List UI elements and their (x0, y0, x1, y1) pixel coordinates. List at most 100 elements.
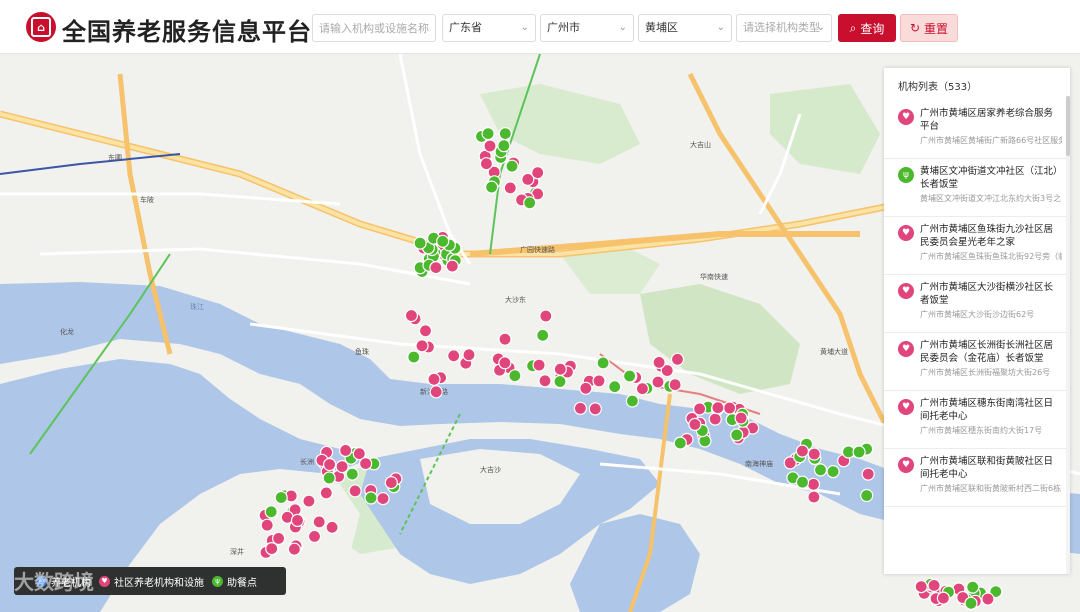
list-item[interactable]: ♥ 广州市黄埔区鱼珠街九沙社区居民委员会星光老年之家 广州市黄埔区鱼珠街鱼珠北街92… (884, 217, 1070, 275)
community-marker[interactable] (348, 484, 362, 498)
list-item[interactable]: ψ 黄埔区文冲街道文冲社区（江北）长者饭堂 黄埔区文冲街道文冲江北东约大街3号之 (884, 159, 1070, 217)
meal-marker[interactable] (852, 445, 866, 459)
meal-marker[interactable] (481, 126, 495, 141)
community-marker[interactable] (573, 401, 588, 415)
meal-marker[interactable] (536, 328, 550, 342)
community-marker[interactable] (287, 542, 301, 556)
list-item[interactable]: ♥ 广州市黄埔区长洲街长洲社区居民委员会（金花庙）长者饭堂 广州市黄埔区长洲街福聚坊… (884, 333, 1070, 391)
community-marker[interactable] (688, 417, 702, 431)
community-marker[interactable] (359, 457, 373, 471)
community-marker[interactable] (404, 308, 418, 323)
meal-marker[interactable] (795, 475, 810, 489)
community-marker[interactable] (927, 578, 941, 593)
meal-marker[interactable] (596, 356, 610, 370)
community-marker[interactable] (312, 515, 326, 529)
community-marker[interactable] (592, 374, 606, 388)
type-select[interactable]: 请选择机构类型 ⌄ (736, 14, 832, 42)
community-marker[interactable] (521, 172, 535, 187)
district-select[interactable]: 黄埔区 ⌄ (638, 14, 732, 42)
community-marker[interactable] (711, 401, 725, 415)
community-marker[interactable] (861, 467, 875, 481)
community-marker[interactable] (429, 385, 443, 399)
community-marker[interactable] (384, 476, 398, 490)
meal-marker[interactable] (322, 471, 336, 485)
community-marker[interactable] (914, 579, 928, 594)
community-marker[interactable] (418, 324, 433, 338)
community-marker[interactable] (553, 362, 567, 376)
meal-marker[interactable] (673, 436, 687, 450)
community-marker[interactable] (532, 358, 546, 372)
community-marker[interactable] (651, 375, 665, 389)
community-marker[interactable] (635, 382, 650, 396)
community-marker[interactable] (807, 447, 821, 461)
meal-marker[interactable] (274, 490, 288, 505)
community-marker[interactable] (325, 520, 339, 534)
community-marker[interactable] (807, 490, 821, 504)
community-marker[interactable] (538, 374, 552, 388)
community-marker[interactable] (429, 261, 443, 275)
institution-list-panel[interactable]: 机构列表（533） ♥ 广州市黄埔区居家养老综合服务平台 广州市黄埔区黄埔街广新路6… (884, 68, 1070, 574)
meal-marker[interactable] (413, 236, 427, 250)
community-marker[interactable] (339, 443, 353, 457)
community-marker[interactable] (498, 332, 512, 346)
meal-marker[interactable] (264, 505, 278, 519)
query-button[interactable]: ⌕ 查询 (838, 14, 896, 42)
community-marker[interactable] (462, 348, 476, 362)
scrollbar-thumb[interactable] (1066, 96, 1070, 156)
community-marker[interactable] (483, 139, 497, 153)
community-marker[interactable] (579, 381, 593, 395)
meal-marker[interactable] (608, 380, 622, 394)
list-item[interactable]: ♥ 广州市黄埔区大沙街横沙社区长者饭堂 广州市黄埔区大沙街沙边街62号 (884, 275, 1070, 333)
community-marker[interactable] (415, 339, 429, 353)
search-input[interactable] (312, 14, 436, 42)
community-marker[interactable] (539, 309, 553, 323)
scrollbar-track[interactable] (1066, 96, 1070, 574)
community-marker[interactable] (503, 181, 517, 195)
community-marker[interactable] (265, 542, 279, 556)
community-marker[interactable] (936, 591, 951, 605)
community-marker[interactable] (795, 444, 810, 458)
meal-marker[interactable] (622, 369, 637, 383)
meal-marker[interactable] (485, 180, 499, 194)
community-marker[interactable] (335, 460, 349, 474)
community-marker[interactable] (376, 492, 390, 506)
meal-marker[interactable] (497, 139, 511, 153)
community-marker[interactable] (498, 356, 512, 370)
community-marker[interactable] (427, 372, 441, 386)
community-marker[interactable] (319, 486, 333, 500)
meal-marker[interactable] (813, 463, 828, 477)
list-item[interactable]: ♥ 广州市黄埔区居家养老综合服务平台广州市黄埔区黄埔街广新路66号社区服务中心3楼… (884, 101, 1070, 159)
meal-marker[interactable] (498, 126, 512, 141)
list-item[interactable]: ♥ 广州市黄埔区穗东街南湾社区日间托老中心 广州市黄埔区穗东街南约大街17号 (884, 391, 1070, 449)
community-marker[interactable] (722, 401, 737, 415)
community-marker[interactable] (445, 259, 459, 273)
community-marker[interactable] (708, 412, 722, 426)
community-marker[interactable] (260, 518, 274, 532)
meal-marker[interactable] (826, 465, 840, 479)
community-marker[interactable] (323, 457, 337, 472)
meal-marker[interactable] (364, 491, 378, 505)
meal-marker[interactable] (505, 159, 519, 173)
province-select[interactable]: 广东省 ⌄ (442, 14, 536, 42)
reset-button[interactable]: ↻ 重置 (900, 14, 958, 42)
community-marker[interactable] (668, 378, 682, 392)
community-marker[interactable] (981, 592, 995, 606)
meal-marker[interactable] (523, 196, 537, 210)
community-marker[interactable] (806, 477, 821, 491)
community-marker[interactable] (447, 349, 461, 363)
community-marker[interactable] (479, 157, 493, 171)
meal-marker[interactable] (860, 488, 874, 503)
community-marker[interactable] (652, 355, 666, 369)
community-marker[interactable] (307, 529, 322, 543)
community-marker[interactable] (670, 352, 685, 366)
list-item[interactable]: ♥ 广州市黄埔区联和街黄陂社区日间托老中心 广州市黄埔区联和街黄陂新村西二街6栋 (884, 449, 1070, 507)
meal-marker[interactable] (345, 467, 359, 481)
meal-marker[interactable] (964, 596, 978, 610)
meal-marker[interactable] (730, 428, 744, 442)
community-marker[interactable] (290, 513, 305, 527)
meal-marker[interactable] (625, 394, 640, 408)
community-marker[interactable] (734, 411, 748, 425)
meal-marker[interactable] (407, 350, 421, 364)
meal-marker[interactable] (508, 369, 522, 383)
city-select[interactable]: 广州市 ⌄ (540, 14, 634, 42)
